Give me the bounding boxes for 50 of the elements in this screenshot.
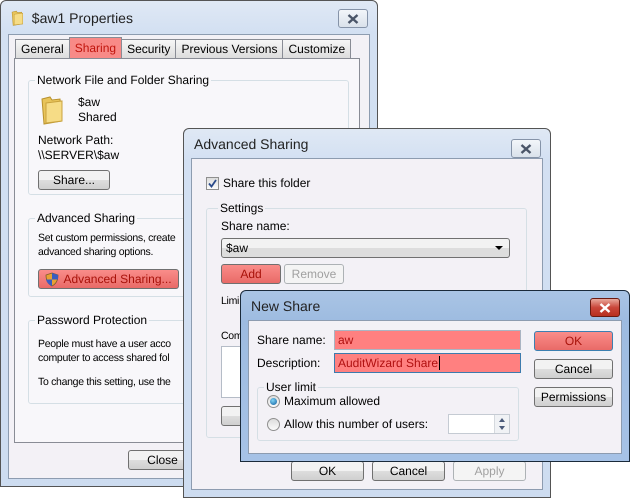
description-text: People must have a user acco <box>38 337 171 351</box>
network-path: \\SERVER\$aw <box>38 148 120 163</box>
close-icon <box>599 302 611 312</box>
dialog-button[interactable]: OK <box>291 461 364 481</box>
field-label: Description: <box>257 356 322 370</box>
close-button[interactable] <box>338 9 368 28</box>
group-title: User limit <box>265 380 317 394</box>
description-text: advanced sharing options. <box>38 245 154 259</box>
folder-icon <box>40 95 64 125</box>
share-button[interactable]: Share... <box>38 170 110 190</box>
tab[interactable]: Previous Versions <box>175 39 284 58</box>
share-name: $aw <box>78 95 102 110</box>
group-title: Advanced Sharing <box>36 211 136 225</box>
check-icon <box>208 179 217 188</box>
radio-label: Allow this number of users: <box>284 416 430 432</box>
field-label: Share name: <box>221 219 290 234</box>
folder-icon <box>11 10 24 26</box>
path-label: Network Path: <box>38 133 114 148</box>
tab[interactable]: General <box>15 39 70 58</box>
group-title: Password Protection <box>36 313 148 327</box>
radio-button[interactable] <box>267 395 280 408</box>
checkbox-label: Share this folder <box>223 176 310 191</box>
window-title: Advanced Sharing <box>194 136 310 152</box>
text-cursor <box>439 356 440 370</box>
shield-icon <box>45 272 60 286</box>
number-field[interactable] <box>448 414 510 434</box>
note-text: To change this setting, use the <box>38 375 171 389</box>
tab[interactable]: Customize <box>282 39 352 58</box>
field-label: Share name: <box>257 332 327 348</box>
dialog-button[interactable]: Cancel <box>372 461 445 481</box>
caret-icon <box>495 246 503 250</box>
description-text: computer to access shared fol <box>38 351 170 365</box>
group-title: Network File and Folder Sharing <box>36 73 210 87</box>
dialog-button[interactable]: Cancel <box>534 359 613 379</box>
radio-label: Maximum allowed <box>284 394 382 409</box>
close-icon <box>520 144 532 154</box>
close-button[interactable] <box>590 298 620 317</box>
close-icon <box>347 14 359 24</box>
close-button[interactable] <box>511 139 541 158</box>
checkbox[interactable] <box>206 177 219 190</box>
tab[interactable]: Security <box>121 39 176 58</box>
share-status: Shared <box>78 110 117 125</box>
description-text: Set custom permissions, create <box>38 231 176 245</box>
field-label: Limi <box>221 294 240 308</box>
window-title: New Share <box>251 298 322 314</box>
dialog-button[interactable]: Permissions <box>534 387 613 407</box>
share-name-dropdown[interactable]: $aw <box>221 238 510 258</box>
window-title: $aw1 Properties <box>32 10 134 26</box>
radio-button[interactable] <box>267 418 280 430</box>
group-title: Settings <box>219 201 264 215</box>
